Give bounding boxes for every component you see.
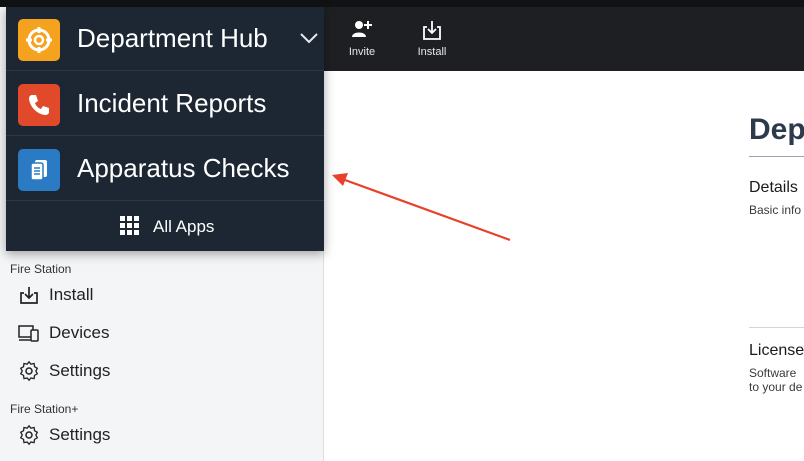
gear-icon	[19, 424, 39, 446]
app-name-apparatus-checks: Apparatus Checks	[77, 153, 290, 183]
details-text: Basic info	[749, 203, 802, 217]
checklist-icon	[18, 149, 60, 191]
app-name-incident-reports: Incident Reports	[77, 88, 267, 118]
window-top-edge	[0, 0, 804, 7]
section-label-fire-station: Fire Station	[10, 262, 72, 276]
sidebar-item-label: Install	[49, 285, 94, 304]
screen: Invite Install Fire Station Install Devi…	[0, 0, 804, 461]
app-item-incident-reports[interactable]: Incident Reports	[6, 72, 324, 136]
current-app-name: Department Hub	[77, 23, 268, 53]
sidebar-item-label: Settings	[49, 425, 111, 444]
license-text-line1: Software	[749, 366, 797, 380]
gear-icon	[19, 360, 39, 382]
sidebar-item-label: Settings	[49, 361, 111, 380]
page-title: Depa	[749, 113, 804, 146]
license-heading: License	[749, 342, 804, 359]
license-text-line2: to your de	[749, 380, 803, 394]
sidebar-item-devices[interactable]: Devices	[0, 316, 323, 350]
top-toolbar: Invite Install	[324, 7, 804, 71]
install-label: Install	[417, 46, 447, 58]
sidebar-item-settings[interactable]: Settings	[0, 354, 323, 388]
invite-button[interactable]: Invite	[334, 7, 390, 71]
section-divider	[749, 327, 804, 328]
grid-icon	[120, 216, 139, 235]
install-icon	[20, 287, 38, 304]
add-user-icon	[352, 21, 372, 37]
app-switcher-current[interactable]: Department Hub	[6, 7, 324, 71]
section-label-fire-station-plus: Fire Station+	[10, 402, 79, 416]
sidebar-item-label: Devices	[49, 323, 110, 342]
phone-icon	[18, 84, 60, 126]
app-item-apparatus-checks[interactable]: Apparatus Checks	[6, 137, 324, 201]
details-heading: Details	[749, 179, 798, 196]
install-icon	[423, 21, 441, 40]
invite-label: Invite	[348, 46, 376, 58]
sidebar-item-install[interactable]: Install	[0, 278, 323, 312]
department-hub-logo-icon	[18, 19, 60, 61]
all-apps-label: All Apps	[153, 217, 215, 236]
app-switcher-dropdown: Department Hub Incident Reports Apparatu…	[6, 7, 324, 251]
devices-icon	[18, 325, 39, 342]
sidebar-item-settings-plus[interactable]: Settings	[0, 418, 323, 452]
all-apps-button[interactable]: All Apps	[6, 202, 324, 251]
title-divider	[749, 156, 804, 157]
chevron-down-icon[interactable]	[298, 31, 320, 45]
install-button[interactable]: Install	[404, 7, 460, 71]
